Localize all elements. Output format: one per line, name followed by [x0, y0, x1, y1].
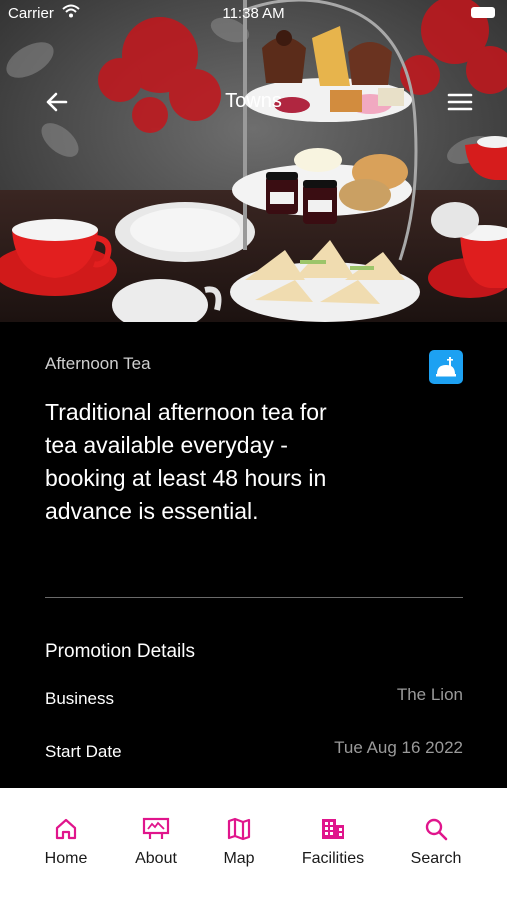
battery-icon [471, 7, 495, 18]
afternoon-tea-photo [0, 0, 507, 322]
tab-bar: Home About Map Facilities Search [0, 788, 507, 900]
billboard-icon [142, 817, 170, 839]
menu-button[interactable] [443, 88, 477, 116]
divider [45, 597, 463, 598]
restaurant-icon [429, 350, 463, 384]
promotion-category: Afternoon Tea [45, 354, 151, 373]
hamburger-menu-icon [447, 93, 473, 111]
start-date-value: Tue Aug 16 2022 [334, 738, 463, 757]
home-icon [55, 818, 77, 840]
hero-image [0, 0, 507, 322]
tab-map-label: Map [223, 850, 255, 867]
page-title: Towns [225, 90, 282, 112]
status-time: 11:38 AM [222, 5, 285, 22]
tab-search[interactable]: Search [386, 816, 486, 868]
tab-home[interactable]: Home [16, 816, 116, 868]
tab-home-label: Home [44, 850, 88, 867]
start-date-label: Start Date [45, 742, 122, 761]
section-title-promotion-details: Promotion Details [45, 641, 195, 662]
map-icon [227, 817, 251, 841]
promotion-description: Traditional afternoon tea for tea availa… [45, 399, 327, 524]
status-bar: Carrier 11:38 AM [0, 0, 507, 28]
building-icon [322, 819, 344, 839]
tab-facilities-label: Facilities [301, 850, 365, 867]
search-icon [425, 818, 448, 841]
tab-search-label: Search [410, 850, 462, 867]
navigation-bar: Towns [0, 80, 507, 124]
business-value: The Lion [396, 685, 463, 704]
promotion-details-panel: Afternoon Tea Traditional afternoon tea … [0, 322, 507, 788]
business-label: Business [45, 689, 114, 708]
tab-map[interactable]: Map [189, 816, 289, 868]
tab-facilities[interactable]: Facilities [283, 816, 383, 868]
